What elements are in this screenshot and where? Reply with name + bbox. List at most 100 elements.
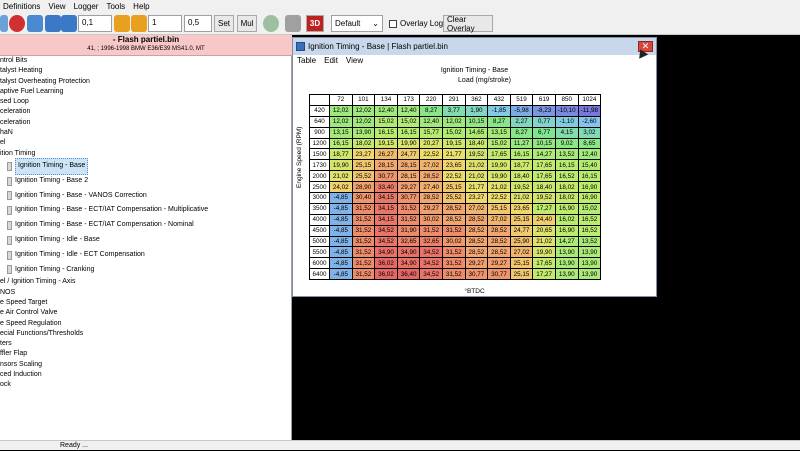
map-cell[interactable]: 27,02 [509, 246, 534, 259]
map-cell[interactable]: -8,23 [532, 104, 556, 117]
map-cell[interactable]: 19,90 [487, 170, 511, 183]
map-cell[interactable]: 8,27 [487, 115, 511, 128]
map-cell[interactable]: 15,02 [374, 115, 398, 128]
map-cell[interactable]: 28,52 [464, 224, 489, 237]
map-cell[interactable]: 28,52 [441, 202, 466, 215]
map-cell[interactable]: 24,40 [532, 213, 556, 226]
map-cell[interactable]: 13,90 [577, 268, 602, 281]
map-cell[interactable]: 10,15 [464, 115, 489, 128]
map-cell[interactable]: 16,15 [554, 159, 579, 172]
map-cell[interactable]: 13,15 [487, 126, 511, 139]
map-cell[interactable]: 8,27 [419, 104, 443, 117]
map-cell[interactable]: 12,40 [419, 115, 443, 128]
tree-category-item[interactable]: nsors Scaling [0, 360, 291, 370]
map-cell[interactable]: 13,90 [577, 246, 602, 259]
map-cell[interactable]: 34,15 [374, 202, 398, 215]
map-cell[interactable]: 12,02 [441, 115, 466, 128]
map-cell[interactable]: 12,02 [329, 115, 353, 128]
map-cell[interactable]: 16,90 [577, 181, 602, 194]
map-cell[interactable]: 17,65 [487, 148, 511, 161]
menu-tools[interactable]: Tools [106, 2, 125, 11]
map-cell[interactable]: 12,40 [396, 104, 421, 117]
map-cell[interactable]: 27,40 [419, 181, 443, 194]
map-cell[interactable]: 31,52 [396, 213, 421, 226]
tree-category-item[interactable]: ters [0, 339, 291, 349]
map-cell[interactable]: -4,85 [329, 224, 353, 237]
map-cell[interactable]: -4,85 [329, 202, 353, 215]
map-cell[interactable]: -4,85 [329, 213, 353, 226]
map-cell[interactable]: 31,52 [441, 257, 466, 270]
map-cell[interactable]: 28,15 [396, 170, 421, 183]
map-cell[interactable]: 3,02 [577, 126, 602, 139]
map-cell[interactable]: 34,52 [419, 257, 443, 270]
tree-category-item[interactable]: e Speed Target [0, 298, 291, 308]
tree-category-item[interactable]: talyst Overheating Protection [0, 77, 291, 87]
map-cell[interactable]: 31,52 [351, 202, 376, 215]
arrow-down-icon[interactable] [61, 15, 77, 32]
map-cell[interactable]: 30,02 [419, 213, 443, 226]
map-cell[interactable]: 6,77 [532, 126, 556, 139]
map-cell[interactable]: 8,27 [509, 126, 534, 139]
map-cell[interactable]: 31,52 [351, 257, 376, 270]
map-cell[interactable]: -10,10 [554, 104, 579, 117]
map-cell[interactable]: 19,90 [487, 159, 511, 172]
map-cell[interactable]: 34,52 [419, 268, 443, 281]
map-cell[interactable]: 28,15 [374, 159, 398, 172]
map-cell[interactable]: 25,90 [509, 235, 534, 248]
close-file-icon[interactable] [9, 15, 25, 32]
map-cell[interactable]: 22,52 [487, 192, 511, 204]
map-cell[interactable]: 28,15 [396, 159, 421, 172]
map-cell[interactable]: 14,65 [464, 126, 489, 139]
set-value-field[interactable]: 1 [148, 15, 182, 32]
map-cell[interactable]: -4,85 [329, 246, 353, 259]
map-cell[interactable]: -4,85 [329, 235, 353, 248]
map-cell[interactable]: 30,77 [487, 268, 511, 281]
map-cell[interactable]: 12,02 [351, 104, 376, 117]
tree-category-item[interactable]: ecial Functions/Thresholds [0, 329, 291, 339]
map-cell[interactable]: 20,27 [419, 137, 443, 150]
map-cell[interactable]: -11,98 [577, 104, 602, 117]
map-cell[interactable]: 23,65 [509, 202, 534, 215]
map-cell[interactable]: 15,40 [577, 159, 602, 172]
map-cell[interactable]: 13,90 [554, 257, 579, 270]
map-cell[interactable]: 29,27 [396, 181, 421, 194]
map-cell[interactable]: 21,77 [464, 181, 489, 194]
map-cell[interactable]: 18,02 [554, 192, 579, 204]
map-cell[interactable]: 31,52 [419, 224, 443, 237]
menu-view[interactable]: View [48, 2, 65, 11]
map-cell[interactable]: 16,90 [554, 224, 579, 237]
map-cell[interactable]: 21,02 [487, 181, 511, 194]
map-cell[interactable]: 15,77 [419, 126, 443, 139]
map-cell[interactable]: 18,40 [464, 137, 489, 150]
map-cell[interactable]: 28,52 [464, 213, 489, 226]
tree-table-item[interactable]: Ignition Timing - Idle - ECT Compensatio… [0, 248, 291, 263]
map-cell[interactable]: 19,15 [374, 137, 398, 150]
map-cell[interactable]: 30,02 [441, 235, 466, 248]
tree-category-item[interactable]: ock [0, 380, 291, 390]
map-cell[interactable]: 36,02 [374, 257, 398, 270]
tree-category-item[interactable]: e Speed Regulation [0, 319, 291, 329]
map-cell[interactable]: 19,52 [509, 181, 534, 194]
map-cell[interactable]: 29,27 [419, 202, 443, 215]
map-cell[interactable]: 34,90 [396, 257, 421, 270]
map-cell[interactable]: 14,27 [554, 235, 579, 248]
map-cell[interactable]: 25,15 [509, 268, 534, 281]
map-cell[interactable]: 16,90 [577, 192, 602, 204]
map-cell[interactable]: 29,27 [487, 257, 511, 270]
map-cell[interactable]: 18,77 [509, 159, 534, 172]
map-cell[interactable]: 16,52 [577, 213, 602, 226]
map-cell[interactable]: 16,15 [396, 126, 421, 139]
map-cell[interactable]: 17,65 [532, 170, 556, 183]
map-cell[interactable]: 10,15 [532, 137, 556, 150]
map-cell[interactable]: 34,90 [374, 246, 398, 259]
map-cell[interactable]: 13,90 [351, 126, 376, 139]
map-cell[interactable]: 12,02 [351, 115, 376, 128]
map-cell[interactable]: 15,02 [577, 202, 602, 215]
map-cell[interactable]: 13,90 [554, 268, 579, 281]
map-cell[interactable]: 34,52 [374, 224, 398, 237]
map-cell[interactable]: 23,27 [464, 192, 489, 204]
map-cell[interactable]: 21,77 [441, 148, 466, 161]
map-cell[interactable]: 14,27 [532, 148, 556, 161]
map-cell[interactable]: 22,52 [419, 148, 443, 161]
map-cell[interactable]: 31,52 [441, 224, 466, 237]
